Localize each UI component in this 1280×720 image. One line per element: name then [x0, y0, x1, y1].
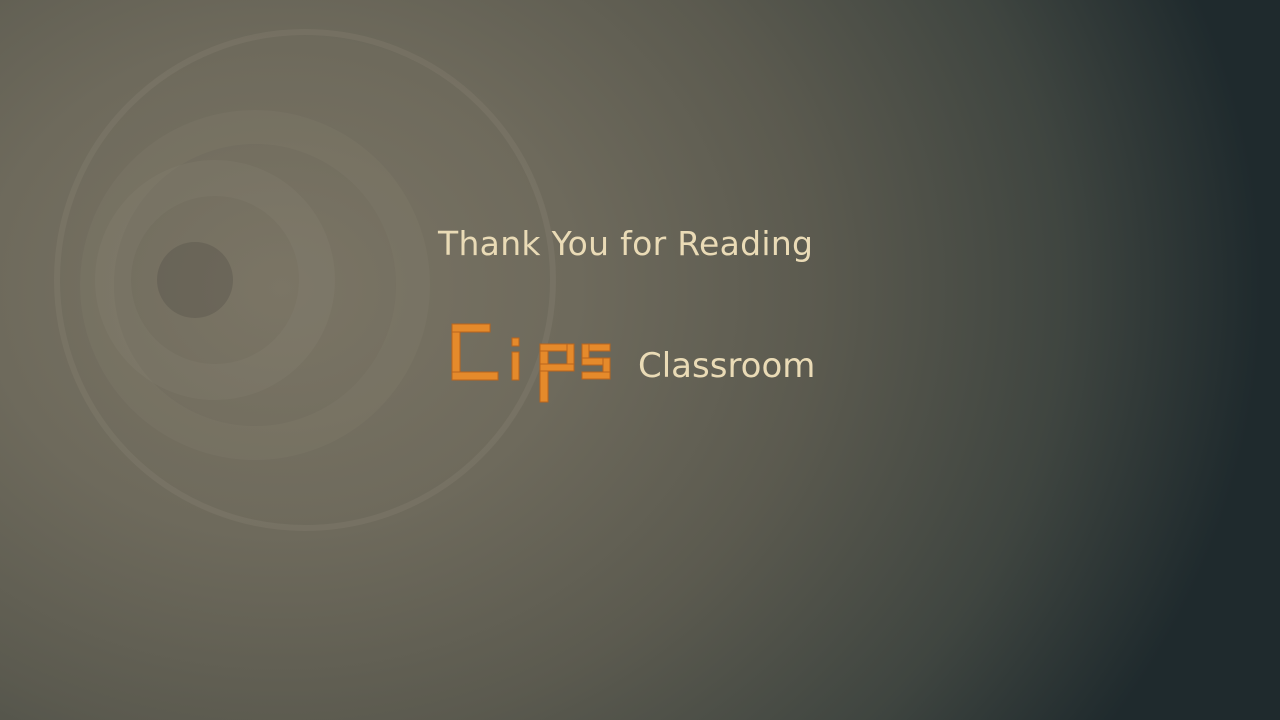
classroom-label: Classroom — [638, 346, 816, 386]
cips-logo — [451, 323, 611, 403]
thank-you-heading: Thank You for Reading — [438, 224, 814, 263]
closing-slide: Thank You for Reading Classroom — [0, 0, 1280, 720]
